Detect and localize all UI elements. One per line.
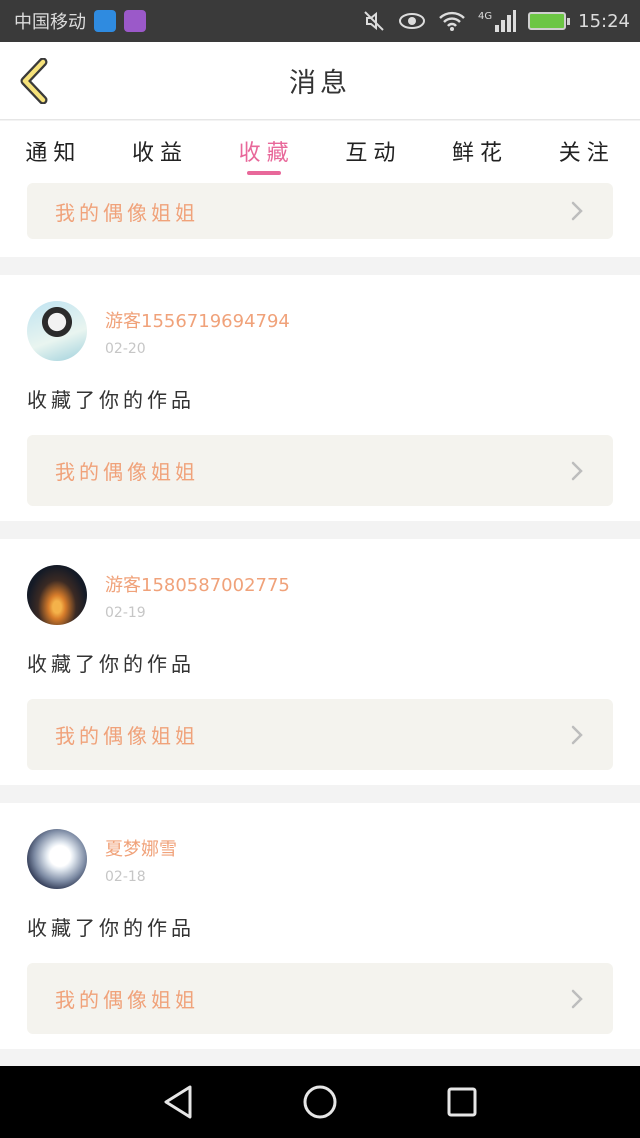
user-name[interactable]: 夏梦娜雪 — [105, 835, 177, 861]
triangle-back-icon — [164, 1085, 192, 1119]
carrier-label: 中国移动 — [14, 12, 86, 33]
work-link[interactable]: 我的偶像姐姐 — [27, 963, 613, 1034]
app-icon-purple — [124, 10, 146, 32]
notification-date: 02-20 — [105, 341, 146, 357]
list-item: 游客15567196947​94 02-20 收藏了你的作品 我的偶像姐姐 — [0, 275, 640, 521]
page-title: 消息 — [289, 68, 351, 99]
system-nav-bar — [0, 1066, 640, 1138]
chevron-right-icon — [571, 201, 583, 221]
tab-bar: 通知 收益 收藏 互动 鲜花 关注 — [0, 121, 640, 181]
work-title: 我的偶像姐姐 — [55, 988, 199, 1012]
status-bar: 中国移动 4G 15:24 — [0, 0, 640, 42]
notification-list[interactable]: 我的偶像姐姐 游客15567196947​94 02-20 收藏了你的作品 我的… — [0, 181, 640, 1066]
tab-earnings[interactable]: 收益 — [107, 121, 214, 181]
work-title: 我的偶像姐姐 — [55, 724, 199, 748]
eye-icon — [399, 13, 425, 29]
square-recents-icon — [447, 1087, 477, 1117]
chevron-right-icon — [571, 989, 583, 1008]
list-item: 我的偶像姐姐 — [0, 181, 640, 257]
nav-back-button[interactable] — [153, 1077, 203, 1127]
tab-following[interactable]: 关注 — [533, 121, 640, 181]
user-name[interactable]: 游客15805870027​75 — [105, 571, 290, 597]
avatar[interactable] — [27, 829, 87, 889]
mute-icon — [364, 11, 384, 31]
work-title: 我的偶像姐姐 — [55, 200, 199, 225]
nav-recents-button[interactable] — [437, 1077, 487, 1127]
clock: 15:24 — [578, 10, 630, 32]
action-text: 收藏了你的作品 — [27, 388, 195, 412]
work-link[interactable]: 我的偶像姐姐 — [27, 699, 613, 770]
action-text: 收藏了你的作品 — [27, 916, 195, 940]
tab-interactions[interactable]: 互动 — [320, 121, 427, 181]
battery-icon — [528, 12, 571, 30]
back-button[interactable] — [14, 58, 54, 104]
user-name[interactable]: 游客15567196947​94 — [105, 307, 290, 333]
list-item: 游客15805870027​75 02-19 收藏了你的作品 我的偶像姐姐 — [0, 539, 640, 785]
list-item: 夏梦娜雪 02-18 收藏了你的作品 我的偶像姐姐 — [0, 803, 640, 1049]
chevron-right-icon — [571, 461, 583, 480]
avatar[interactable] — [27, 301, 87, 361]
app-header: 消息 — [0, 42, 640, 120]
avatar[interactable] — [27, 565, 87, 625]
work-link[interactable]: 我的偶像姐姐 — [27, 183, 613, 239]
action-text: 收藏了你的作品 — [27, 652, 195, 676]
app-icon-blue — [94, 10, 116, 32]
signal-icon: 4G — [478, 10, 517, 32]
nav-home-button[interactable] — [295, 1077, 345, 1127]
chevron-right-icon — [571, 725, 583, 744]
work-title: 我的偶像姐姐 — [55, 460, 199, 484]
notification-date: 02-18 — [105, 869, 146, 885]
chevron-left-icon — [20, 58, 48, 104]
work-link[interactable]: 我的偶像姐姐 — [27, 435, 613, 506]
tab-notifications[interactable]: 通知 — [0, 121, 107, 181]
tab-flowers[interactable]: 鲜花 — [427, 121, 534, 181]
circle-home-icon — [303, 1085, 337, 1119]
notification-date: 02-19 — [105, 605, 146, 621]
tab-favorites[interactable]: 收藏 — [213, 121, 320, 181]
wifi-icon — [439, 11, 465, 31]
